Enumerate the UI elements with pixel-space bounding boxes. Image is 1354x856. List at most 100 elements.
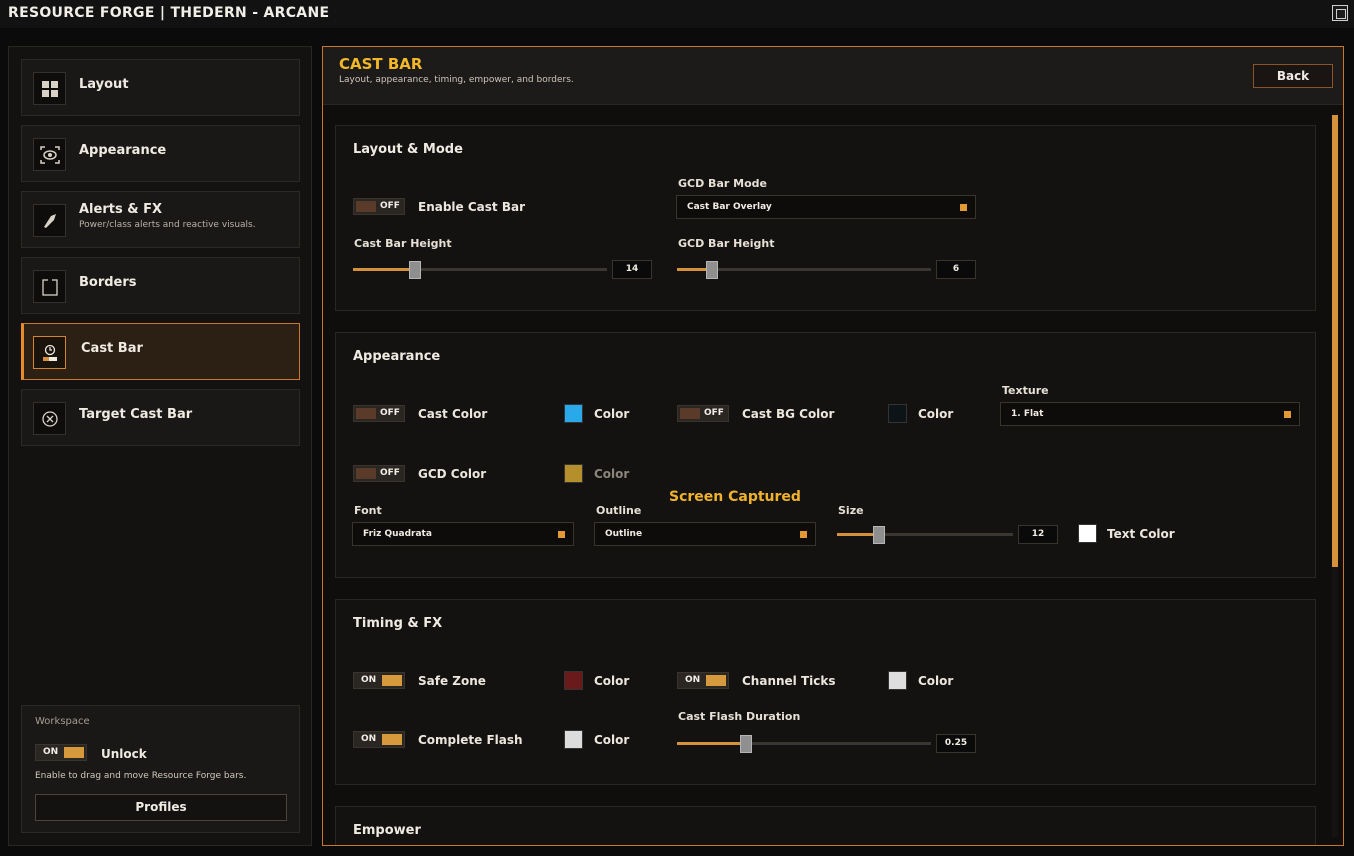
slider-thumb[interactable]: [706, 261, 718, 279]
profiles-button[interactable]: Profiles: [35, 794, 287, 821]
page-subtitle: Layout, appearance, timing, empower, and…: [339, 75, 574, 85]
back-button[interactable]: Back: [1253, 64, 1333, 88]
text-color-label: Text Color: [1107, 527, 1175, 541]
cast-color-toggle[interactable]: OFF: [353, 405, 405, 422]
gcd-mode-dropdown[interactable]: Cast Bar Overlay: [676, 195, 976, 219]
size-label: Size: [838, 504, 864, 517]
maximize-icon[interactable]: [1332, 5, 1348, 21]
workspace-panel: Workspace ON Unlock Enable to drag and m…: [21, 705, 300, 833]
cast-bg-toggle[interactable]: OFF: [677, 405, 729, 422]
slider-thumb[interactable]: [740, 735, 752, 753]
outline-dropdown[interactable]: Outline: [594, 522, 816, 546]
eye-icon: [33, 138, 66, 171]
size-input[interactable]: 12: [1018, 525, 1058, 544]
square-icon: [33, 270, 66, 303]
complete-flash-color-label: Color: [594, 733, 630, 747]
unlock-toggle[interactable]: ON: [35, 744, 87, 761]
cast-color-label: Cast Color: [418, 407, 488, 421]
scrollbar-thumb[interactable]: [1332, 115, 1338, 567]
enable-cast-bar-label: Enable Cast Bar: [418, 200, 525, 214]
cast-bg-swatch[interactable]: [888, 404, 907, 423]
outline-label: Outline: [596, 504, 642, 517]
section-title: Appearance: [353, 349, 441, 364]
sidebar-item-label: Target Cast Bar: [79, 407, 193, 422]
gcd-color-label: GCD Color: [418, 467, 487, 481]
sidebar-item-alerts[interactable]: Alerts & FX Power/class alerts and react…: [21, 191, 300, 248]
cast-bg-label: Cast BG Color: [742, 407, 835, 421]
channel-ticks-toggle[interactable]: ON: [677, 672, 729, 689]
section-layout-mode: Layout & Mode OFF Enable Cast Bar GCD Ba…: [335, 125, 1316, 311]
sidebar-item-target-cast-bar[interactable]: Target Cast Bar: [21, 389, 300, 446]
sidebar-item-label: Appearance: [79, 143, 167, 158]
bell-icon: [33, 204, 66, 237]
sidebar-item-cast-bar[interactable]: Cast Bar: [21, 323, 300, 380]
cast-height-input[interactable]: 14: [612, 260, 652, 279]
complete-flash-swatch[interactable]: [564, 730, 583, 749]
gcd-color-color-label: Color: [594, 467, 630, 481]
section-title: Empower: [353, 823, 421, 838]
gcd-mode-label: GCD Bar Mode: [678, 177, 767, 190]
cast-bg-color-label: Color: [918, 407, 954, 421]
unlock-label: Unlock: [101, 747, 147, 761]
complete-flash-toggle[interactable]: ON: [353, 731, 405, 748]
sidebar-item-label: Alerts & FX: [79, 202, 162, 217]
slider-thumb[interactable]: [409, 261, 421, 279]
channel-ticks-color-label: Color: [918, 674, 954, 688]
title-bar: RESOURCE FORGE | THEDERN - ARCANE: [0, 0, 1354, 28]
flash-duration-input[interactable]: 0.25: [936, 734, 976, 753]
sidebar-item-appearance[interactable]: Appearance: [21, 125, 300, 182]
channel-ticks-swatch[interactable]: [888, 671, 907, 690]
cast-color-swatch[interactable]: [564, 404, 583, 423]
gcd-height-slider[interactable]: [677, 260, 931, 280]
cast-height-label: Cast Bar Height: [354, 237, 452, 250]
section-title: Timing & FX: [353, 616, 443, 631]
chevron-down-icon: [800, 531, 807, 538]
cast-color-color-label: Color: [594, 407, 630, 421]
gcd-height-input[interactable]: 6: [936, 260, 976, 279]
safe-zone-color-label: Color: [594, 674, 630, 688]
section-title: Layout & Mode: [353, 142, 463, 157]
sidebar-item-layout[interactable]: Layout: [21, 59, 300, 116]
size-slider[interactable]: [837, 525, 1013, 545]
section-appearance: Appearance OFF Cast Color Color OFF Cast…: [335, 332, 1316, 578]
gcd-color-toggle[interactable]: OFF: [353, 465, 405, 482]
cast-bar-icon: [33, 336, 66, 369]
flash-duration-label: Cast Flash Duration: [678, 710, 801, 723]
gcd-color-swatch[interactable]: [564, 464, 583, 483]
text-color-swatch[interactable]: [1078, 524, 1097, 543]
main-header: CAST BAR Layout, appearance, timing, emp…: [323, 47, 1343, 105]
flash-duration-slider[interactable]: [677, 734, 931, 754]
page-title: CAST BAR: [339, 55, 423, 73]
main-panel: CAST BAR Layout, appearance, timing, emp…: [322, 46, 1344, 846]
sidebar-item-label: Borders: [79, 275, 137, 290]
grid-icon: [33, 72, 66, 105]
sidebar-item-label: Cast Bar: [81, 341, 143, 356]
window-title: RESOURCE FORGE | THEDERN - ARCANE: [8, 5, 330, 21]
sidebar: Layout Appearance Alerts & FX Power/clas…: [8, 46, 312, 846]
workspace-desc: Enable to drag and move Resource Forge b…: [35, 771, 247, 781]
complete-flash-label: Complete Flash: [418, 733, 523, 747]
safe-zone-toggle[interactable]: ON: [353, 672, 405, 689]
slider-thumb[interactable]: [873, 526, 885, 544]
texture-dropdown[interactable]: 1. Flat: [1000, 402, 1300, 426]
workspace-title: Workspace: [35, 716, 90, 727]
cast-height-slider[interactable]: [353, 260, 607, 280]
channel-ticks-label: Channel Ticks: [742, 674, 836, 688]
safe-zone-swatch[interactable]: [564, 671, 583, 690]
font-label: Font: [354, 504, 382, 517]
sidebar-item-label: Layout: [79, 77, 129, 92]
chevron-down-icon: [960, 204, 967, 211]
sidebar-item-borders[interactable]: Borders: [21, 257, 300, 314]
texture-label: Texture: [1002, 384, 1049, 397]
enable-cast-bar-toggle[interactable]: OFF: [353, 198, 405, 215]
sidebar-item-desc: Power/class alerts and reactive visuals.: [79, 220, 256, 230]
screen-captured-overlay: Screen Captured: [669, 489, 801, 505]
chevron-down-icon: [558, 531, 565, 538]
section-timing-fx: Timing & FX ON Safe Zone Color ON Channe…: [335, 599, 1316, 785]
section-empower: Empower: [335, 806, 1316, 845]
gcd-height-label: GCD Bar Height: [678, 237, 775, 250]
chevron-down-icon: [1284, 411, 1291, 418]
safe-zone-label: Safe Zone: [418, 674, 486, 688]
target-icon: [33, 402, 66, 435]
font-dropdown[interactable]: Friz Quadrata: [352, 522, 574, 546]
